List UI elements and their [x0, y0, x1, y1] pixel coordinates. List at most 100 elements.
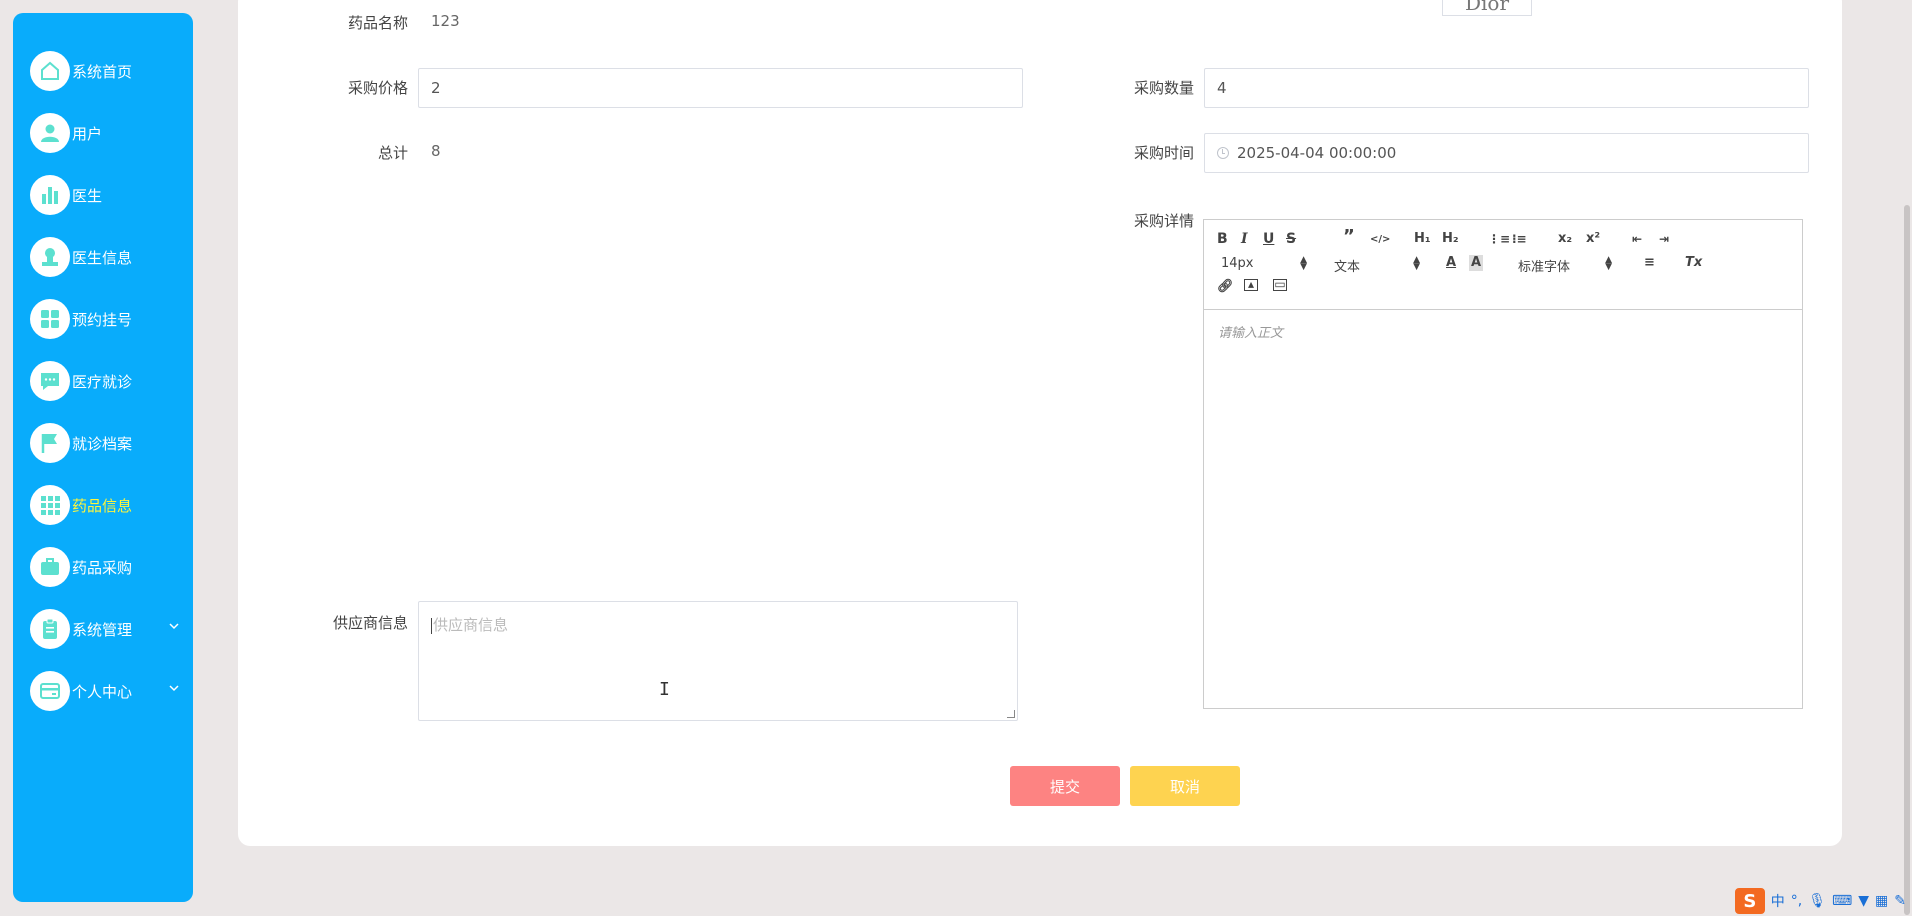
flag-icon — [30, 423, 70, 463]
bullet-list-icon[interactable]: ⁝≡ — [1512, 231, 1527, 247]
drug-image-text: Dior — [1464, 0, 1510, 15]
text-type-value: 文本 — [1334, 260, 1361, 275]
sidebar-item-label: 医疗就诊 — [72, 372, 133, 391]
price-label: 采购价格 — [347, 79, 408, 97]
bold-icon[interactable]: B — [1217, 231, 1228, 247]
video-icon[interactable]: ▭ — [1273, 278, 1287, 291]
sidebar-item-doctor[interactable]: 医生 — [30, 173, 180, 217]
underline-icon[interactable]: U — [1263, 231, 1274, 247]
sidebar-item-drug-info[interactable]: 药品信息 — [30, 483, 180, 527]
superscript-icon[interactable]: x² — [1586, 231, 1600, 247]
chevron-down-icon — [169, 623, 179, 630]
sidebar-item-system[interactable]: 系统管理 — [30, 607, 180, 651]
page-scrollbar[interactable] — [1902, 0, 1912, 916]
chevron-down-icon — [169, 685, 179, 692]
italic-icon[interactable]: I — [1241, 231, 1248, 247]
grid-icon — [30, 299, 70, 339]
align-icon[interactable]: ≡ — [1644, 255, 1655, 271]
sidebar: 系统首页 用户 医生 医生信息 预约挂号 医疗就诊 就诊档案 药品信息 药品采购… — [13, 13, 193, 902]
sidebar-item-label: 预约挂号 — [72, 310, 133, 329]
sidebar-item-label: 药品信息 — [72, 496, 133, 515]
code-icon[interactable]: </> — [1370, 232, 1390, 248]
toolbox-icon[interactable]: ▦ — [1875, 893, 1888, 909]
editor-placeholder: 请输入正文 — [1218, 326, 1284, 341]
sidebar-item-user[interactable]: 用户 — [30, 111, 180, 155]
quantity-label: 采购数量 — [1133, 79, 1194, 97]
price-input-value: 2 — [431, 79, 441, 97]
price-input[interactable]: 2 — [418, 68, 1023, 108]
extra-icon[interactable]: ✎ — [1894, 893, 1906, 909]
strikethrough-icon[interactable]: S — [1286, 231, 1296, 247]
sidebar-item-records[interactable]: 就诊档案 — [30, 421, 180, 465]
ordered-list-icon[interactable]: ⋮≡ — [1488, 231, 1510, 247]
time-picker[interactable]: 2025-04-04 00:00:00 — [1204, 133, 1809, 173]
rich-text-editor: B I U S ” </> H₁ H₂ ⋮≡ ⁝≡ x₂ x² ⇤ ⇥ 14px… — [1203, 219, 1803, 709]
font-size-select[interactable]: 14px ▲ ▼ — [1221, 255, 1307, 272]
total-label: 总计 — [377, 144, 408, 162]
sogou-logo-icon[interactable]: S — [1734, 888, 1765, 914]
text-type-select[interactable]: 文本 ▲ ▼ — [1334, 255, 1420, 276]
drug-name-label: 药品名称 — [347, 14, 408, 32]
sidebar-item-appointment[interactable]: 预约挂号 — [30, 297, 180, 341]
scrollbar-thumb[interactable] — [1904, 205, 1910, 915]
drug-name-value: 123 — [431, 12, 460, 30]
home-icon — [30, 51, 70, 91]
sidebar-item-label: 药品采购 — [72, 558, 133, 577]
select-arrow-icon: ▲ ▼ — [1413, 255, 1420, 272]
blockquote-icon[interactable]: ” — [1343, 228, 1355, 246]
clear-format-icon[interactable]: Tx — [1685, 255, 1702, 271]
drug-image[interactable]: Dior — [1442, 0, 1532, 16]
resize-handle-icon[interactable] — [1007, 710, 1015, 718]
sidebar-item-label: 就诊档案 — [72, 434, 133, 453]
total-value: 8 — [431, 142, 441, 160]
image-icon[interactable]: ▴ — [1244, 278, 1258, 291]
apps-icon — [30, 485, 70, 525]
wallet-icon — [30, 671, 70, 711]
microphone-icon[interactable]: 🎙︎ — [1808, 893, 1826, 909]
sidebar-item-label: 系统首页 — [72, 62, 133, 81]
quantity-input-value: 4 — [1217, 79, 1227, 97]
ibeam-cursor-icon: I — [659, 679, 670, 700]
font-family-select[interactable]: 标准字体 ▲ ▼ — [1518, 256, 1612, 276]
bar-chart-icon — [30, 175, 70, 215]
indent-icon[interactable]: ⇥ — [1659, 231, 1669, 247]
sidebar-item-treatment[interactable]: 医疗就诊 — [30, 359, 180, 403]
stamp-icon — [30, 237, 70, 277]
h1-icon[interactable]: H₁ — [1414, 231, 1431, 247]
font-size-value: 14px — [1221, 256, 1254, 271]
clipboard-icon — [30, 609, 70, 649]
ime-punct[interactable]: °, — [1791, 893, 1802, 909]
subscript-icon[interactable]: x₂ — [1558, 231, 1572, 247]
sidebar-item-label: 医生信息 — [72, 248, 133, 267]
sidebar-item-label: 系统管理 — [72, 620, 133, 639]
clock-icon — [1217, 147, 1229, 159]
background-color-icon[interactable]: A — [1469, 255, 1484, 271]
outdent-icon[interactable]: ⇤ — [1632, 231, 1642, 247]
text-caret — [431, 617, 432, 634]
sidebar-item-label: 个人中心 — [72, 682, 133, 701]
editor-content[interactable]: 请输入正文 — [1204, 310, 1802, 708]
font-color-icon[interactable]: A — [1446, 255, 1456, 271]
font-family-value: 标准字体 — [1518, 260, 1571, 275]
supplier-placeholder: 供应商信息 — [433, 616, 509, 634]
detail-label: 采购详情 — [1133, 212, 1194, 230]
sidebar-item-label: 用户 — [72, 124, 103, 143]
select-arrow-icon: ▲ ▼ — [1300, 255, 1307, 272]
user-icon — [30, 113, 70, 153]
sidebar-item-home[interactable]: 系统首页 — [30, 49, 180, 93]
skin-icon[interactable]: ▼ — [1858, 893, 1869, 909]
submit-button[interactable]: 提交 — [1010, 766, 1120, 806]
sidebar-item-doctor-info[interactable]: 医生信息 — [30, 235, 180, 279]
time-label: 采购时间 — [1133, 144, 1194, 162]
ime-language[interactable]: 中 — [1771, 891, 1785, 911]
quantity-input[interactable]: 4 — [1204, 68, 1809, 108]
supplier-textarea[interactable]: 供应商信息 — [418, 601, 1018, 721]
h2-icon[interactable]: H₂ — [1442, 231, 1459, 247]
link-icon[interactable]: 🔗︎ — [1217, 279, 1234, 295]
briefcase-icon — [30, 547, 70, 587]
keyboard-icon[interactable]: ⌨︎ — [1832, 893, 1852, 909]
sidebar-item-drug-purchase[interactable]: 药品采购 — [30, 545, 180, 589]
cancel-button[interactable]: 取消 — [1130, 766, 1240, 806]
sidebar-item-profile[interactable]: 个人中心 — [30, 669, 180, 713]
chat-icon — [30, 361, 70, 401]
